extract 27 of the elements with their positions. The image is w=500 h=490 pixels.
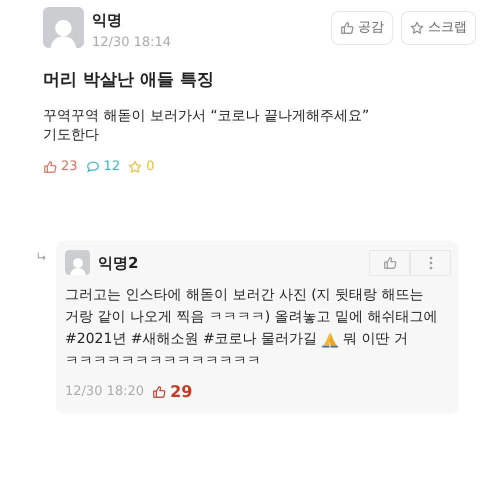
star-icon <box>410 21 424 35</box>
thumbs-up-icon <box>340 21 354 35</box>
comment-text-line: 거랑 같이 나오게 찍음 ㅋㅋㅋㅋ) 올려놓고 밑에 해쉬태그에 <box>65 308 438 326</box>
scrap-count: 0 <box>146 158 154 176</box>
scrap-button[interactable]: 스크랩 <box>401 11 476 45</box>
post-time: 12/30 18:14 <box>92 34 172 52</box>
comment-text-line: #2021년 #새해소원 #코로나 물러가길 <box>65 330 318 348</box>
comment-text-line: 뭐 이딴 거 <box>343 330 408 348</box>
more-icon <box>428 256 432 270</box>
comment-text-line: ㅋㅋㅋㅋㅋㅋㅋㅋㅋㅋㅋㅋㅋㅋ <box>65 352 261 370</box>
comment-text-line: 그러고는 인스타에 해돋이 보러간 사진 (지 뒷태랑 해뜨는 <box>65 286 424 304</box>
comment-author: 익명2 <box>98 254 138 272</box>
body-text-line: 기도한다 <box>43 126 100 145</box>
avatar-icon <box>43 7 84 48</box>
comment-count: 12 <box>104 158 120 176</box>
comment-time: 12/30 18:20 <box>65 382 144 401</box>
post-title: 머리 박살난 애들 특징 <box>43 68 215 92</box>
thumbs-up-icon <box>382 256 396 270</box>
thumbs-up-icon <box>152 384 166 398</box>
like-count: 29 <box>170 380 192 402</box>
author-name: 익명 <box>92 11 123 29</box>
like-count: 23 <box>61 158 78 176</box>
like-button[interactable]: 공감 <box>331 11 393 45</box>
like-button[interactable] <box>369 250 410 276</box>
body-text-line: 꾸역꾸역 해돋이 보러가서 “코로나 끝나게해주세요” <box>43 107 370 126</box>
avatar-icon <box>65 250 90 275</box>
reply-arrow-icon <box>36 250 48 262</box>
